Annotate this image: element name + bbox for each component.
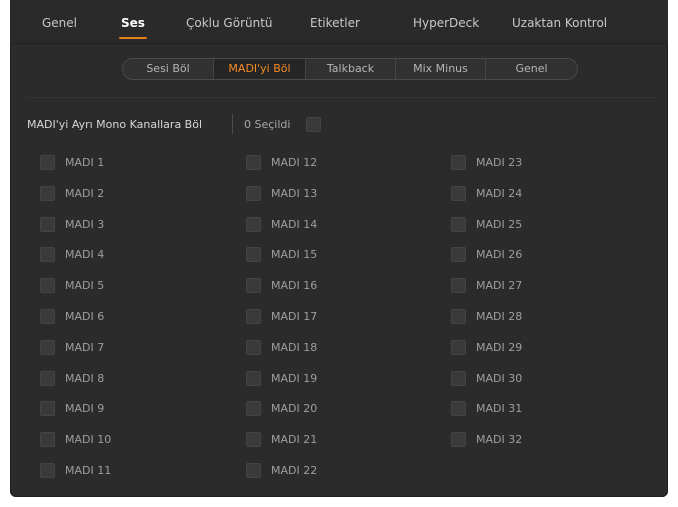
madi-channel-label: MADI 13 xyxy=(271,186,318,200)
madi-channel-checkbox[interactable] xyxy=(40,155,55,170)
madi-channel-checkbox[interactable] xyxy=(246,247,261,263)
tab-label: Çoklu Görüntü xyxy=(186,16,273,30)
tab-label: Etiketler xyxy=(310,16,360,30)
madi-channel-label: MADI 12 xyxy=(271,156,318,169)
madi-channel-checkbox[interactable] xyxy=(246,278,261,294)
divider xyxy=(28,97,656,98)
subtab-madiyi-bol[interactable]: MADI'yi Böl xyxy=(214,59,306,79)
madi-channel-checkbox[interactable] xyxy=(451,432,466,448)
madi-channel-checkbox[interactable] xyxy=(246,185,261,201)
madi-channel-label: MADI 14 xyxy=(271,217,318,231)
active-tab-underline xyxy=(119,37,147,39)
madi-channel-checkbox[interactable] xyxy=(451,370,466,386)
madi-channel-label: MADI 2 xyxy=(65,186,105,200)
settings-window: Genel Ses Çoklu Görüntü Etiketler HyperD… xyxy=(10,0,668,497)
madi-channel-checkbox[interactable] xyxy=(246,216,261,232)
madi-channel-label: MADI 32 xyxy=(476,433,523,447)
madi-channel-label: MADI 23 xyxy=(476,156,523,169)
main-tab-bar: Genel Ses Çoklu Görüntü Etiketler HyperD… xyxy=(10,0,668,44)
audio-subtab-bar: Sesi Böl MADI'yi Böl Talkback Mix Minus … xyxy=(122,58,578,80)
subtab-mix-minus[interactable]: Mix Minus xyxy=(396,59,486,79)
madi-channel-checkbox[interactable] xyxy=(40,432,55,448)
tab-ses[interactable]: Ses xyxy=(119,16,147,39)
madi-channel-label: MADI 28 xyxy=(476,310,523,323)
madi-channel-label: MADI 15 xyxy=(271,248,318,262)
madi-channel-label: MADI 4 xyxy=(65,248,105,262)
tab-label: Uzaktan Kontrol xyxy=(512,16,608,30)
madi-channel-checkbox[interactable] xyxy=(246,309,261,324)
tab-coklu-goruntu[interactable]: Çoklu Görüntü xyxy=(186,16,273,30)
madi-channel-checkbox[interactable] xyxy=(40,401,55,417)
madi-channel-checkbox[interactable] xyxy=(451,216,466,232)
madi-channel-label: MADI 8 xyxy=(65,371,105,385)
tab-label: Ses xyxy=(121,16,145,30)
madi-channel-checkbox[interactable] xyxy=(451,339,466,355)
madi-channel-label: MADI 29 xyxy=(476,340,523,354)
tab-label: Genel xyxy=(42,16,78,30)
madi-channel-checkbox[interactable] xyxy=(246,401,261,417)
madi-channel-checkbox[interactable] xyxy=(40,370,55,386)
madi-channel-checkbox[interactable] xyxy=(451,155,466,170)
madi-channel-checkbox[interactable] xyxy=(451,185,466,201)
madi-channel-checkbox[interactable] xyxy=(451,278,466,294)
madi-channel-label: MADI 18 xyxy=(271,340,318,354)
madi-channel-label: MADI 20 xyxy=(271,402,318,416)
madi-channel-label: MADI 9 xyxy=(65,402,105,416)
madi-channel-checkbox[interactable] xyxy=(40,463,55,478)
madi-channel-label: MADI 22 xyxy=(271,464,318,477)
madi-channel-label: MADI 11 xyxy=(65,464,112,477)
madi-channel-label: MADI 16 xyxy=(271,279,318,293)
tab-label: HyperDeck xyxy=(413,16,480,30)
madi-channel-label: MADI 21 xyxy=(271,433,318,447)
madi-channel-checkbox[interactable] xyxy=(40,339,55,355)
madi-channel-label: MADI 25 xyxy=(476,217,523,231)
madi-channel-label: MADI 1 xyxy=(65,156,105,169)
madi-channel-label: MADI 5 xyxy=(65,279,105,293)
madi-channel-label: MADI 30 xyxy=(476,371,523,385)
madi-channel-label: MADI 17 xyxy=(271,310,318,323)
madi-channel-label: MADI 26 xyxy=(476,248,523,262)
madi-channel-label: MADI 6 xyxy=(65,310,105,323)
madi-channel-checkbox[interactable] xyxy=(40,309,55,324)
madi-channel-checkbox[interactable] xyxy=(246,155,261,170)
madi-channel-label: MADI 7 xyxy=(65,340,105,354)
madi-channel-checkbox[interactable] xyxy=(246,339,261,355)
madi-channel-label: MADI 19 xyxy=(271,371,318,385)
split-madi-label: MADI'yi Ayrı Mono Kanallara Böl xyxy=(27,118,203,131)
madi-channel-label: MADI 10 xyxy=(65,433,112,447)
selected-count: 0 Seçildi xyxy=(244,118,291,131)
tab-uzaktan-kontrol[interactable]: Uzaktan Kontrol xyxy=(512,16,607,30)
madi-channel-label: MADI 27 xyxy=(476,279,523,293)
madi-channel-checkbox[interactable] xyxy=(246,370,261,386)
subtab-sesi-bol[interactable]: Sesi Böl xyxy=(123,59,214,79)
madi-channel-checkbox[interactable] xyxy=(246,432,261,448)
madi-channel-checkbox[interactable] xyxy=(451,247,466,263)
subtab-talkback[interactable]: Talkback xyxy=(306,59,396,79)
madi-channel-checkbox[interactable] xyxy=(40,247,55,263)
madi-channel-label: MADI 31 xyxy=(476,402,523,416)
madi-channel-checkbox[interactable] xyxy=(40,185,55,201)
subtab-genel[interactable]: Genel xyxy=(486,59,577,79)
divider-vertical xyxy=(232,114,233,134)
madi-channel-checkbox[interactable] xyxy=(451,309,466,324)
madi-channel-checkbox[interactable] xyxy=(40,278,55,294)
tab-genel[interactable]: Genel xyxy=(42,16,77,30)
madi-channel-checkbox[interactable] xyxy=(451,401,466,417)
madi-channel-checkbox[interactable] xyxy=(40,216,55,232)
tab-hyperdeck[interactable]: HyperDeck xyxy=(413,16,479,30)
madi-channel-checkbox[interactable] xyxy=(246,463,261,478)
madi-channel-label: MADI 24 xyxy=(476,186,523,200)
select-all-checkbox[interactable] xyxy=(306,117,321,132)
madi-channel-label: MADI 3 xyxy=(65,217,105,231)
tab-etiketler[interactable]: Etiketler xyxy=(310,16,360,30)
